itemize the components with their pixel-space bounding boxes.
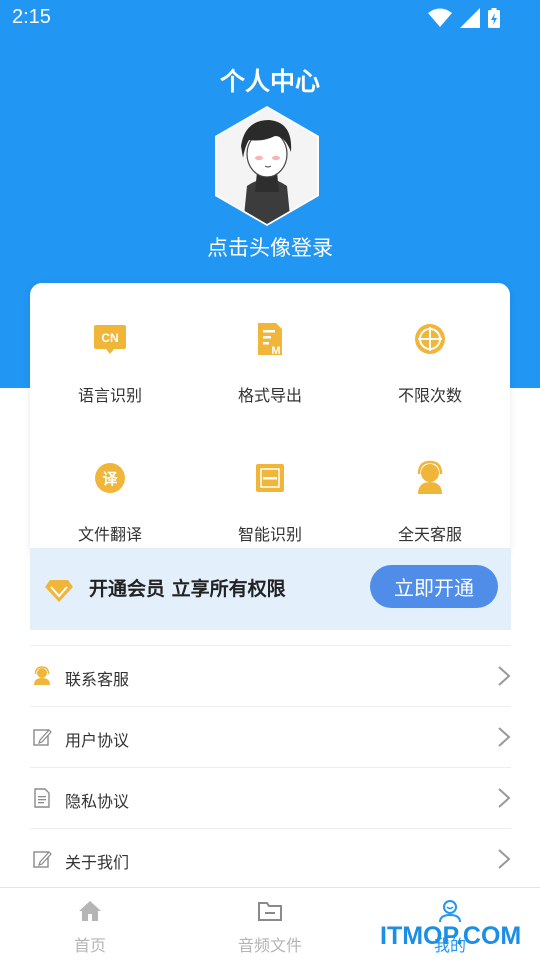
tab-label: 首页 [73, 936, 106, 955]
menu-item-about-us[interactable]: 关于我们 [30, 828, 511, 889]
feature-card: CN 语言识别 M 格式导出 不限次数 译 文件翻译 智能识别 全天客服 [30, 283, 510, 558]
export-format-icon: M [258, 323, 282, 357]
feature-smart-recognition[interactable]: 智能识别 [190, 422, 350, 552]
svg-text:M: M [271, 345, 280, 357]
tab-home[interactable]: 首页 [0, 888, 180, 960]
edit-document-icon [33, 851, 52, 868]
feature-label: 语言识别 [77, 386, 142, 405]
diamond-icon [45, 580, 73, 602]
feature-label: 全天客服 [397, 525, 462, 544]
feature-label: 文件翻译 [77, 525, 142, 544]
folder-icon [258, 902, 282, 921]
vip-banner: 开通会员 立享所有权限 立即开通 [30, 548, 511, 630]
login-prompt[interactable]: 点击头像登录 [0, 232, 540, 262]
avatar[interactable] [213, 106, 321, 226]
profile-icon [439, 900, 461, 923]
svg-text:CN: CN [101, 331, 118, 345]
unlimited-icon [415, 324, 445, 354]
signal-icon [460, 8, 480, 28]
menu-list: 联系客服 用户协议 隐私协议 关于我们 [30, 645, 511, 889]
page-title: 个人中心 [219, 67, 320, 96]
cn-language-icon: CN [94, 325, 126, 354]
menu-label: 关于我们 [65, 853, 130, 872]
tab-audio-files[interactable]: 音频文件 [180, 888, 360, 960]
translate-icon: 译 [95, 463, 125, 493]
document-icon [34, 788, 50, 808]
support-icon [417, 460, 443, 494]
tab-label: 音频文件 [237, 936, 302, 955]
feature-unlimited[interactable]: 不限次数 [350, 283, 510, 413]
menu-item-user-agreement[interactable]: 用户协议 [30, 706, 511, 767]
battery-icon [488, 8, 500, 28]
wifi-icon [428, 8, 452, 27]
edit-document-icon [33, 729, 52, 746]
menu-label: 隐私协议 [65, 792, 130, 811]
watermark: ITMOP.COM [380, 922, 522, 950]
svg-text:译: 译 [102, 470, 118, 488]
customer-service-icon [34, 666, 50, 685]
chevron-right-icon [498, 666, 511, 686]
activate-vip-button[interactable]: 立即开通 [370, 565, 498, 608]
feature-language-recognition[interactable]: CN 语言识别 [30, 283, 190, 413]
menu-label: 用户协议 [65, 731, 130, 750]
scan-icon [256, 464, 284, 492]
menu-label: 联系客服 [65, 670, 130, 689]
feature-label: 智能识别 [237, 525, 302, 544]
chevron-right-icon [498, 849, 511, 869]
status-time: 2:15 [12, 6, 51, 28]
home-icon [79, 901, 101, 921]
status-bar: 2:15 [0, 0, 540, 36]
chevron-right-icon [498, 727, 511, 747]
menu-item-contact-support[interactable]: 联系客服 [30, 645, 511, 706]
feature-label: 格式导出 [237, 386, 302, 405]
feature-format-export[interactable]: M 格式导出 [190, 283, 350, 413]
menu-item-privacy-policy[interactable]: 隐私协议 [30, 767, 511, 828]
vip-text: 开通会员 立享所有权限 [89, 578, 286, 600]
feature-label: 不限次数 [397, 386, 462, 405]
chevron-right-icon [498, 788, 511, 808]
feature-support[interactable]: 全天客服 [350, 422, 510, 552]
status-icons [428, 8, 500, 28]
feature-file-translation[interactable]: 译 文件翻译 [30, 422, 190, 552]
